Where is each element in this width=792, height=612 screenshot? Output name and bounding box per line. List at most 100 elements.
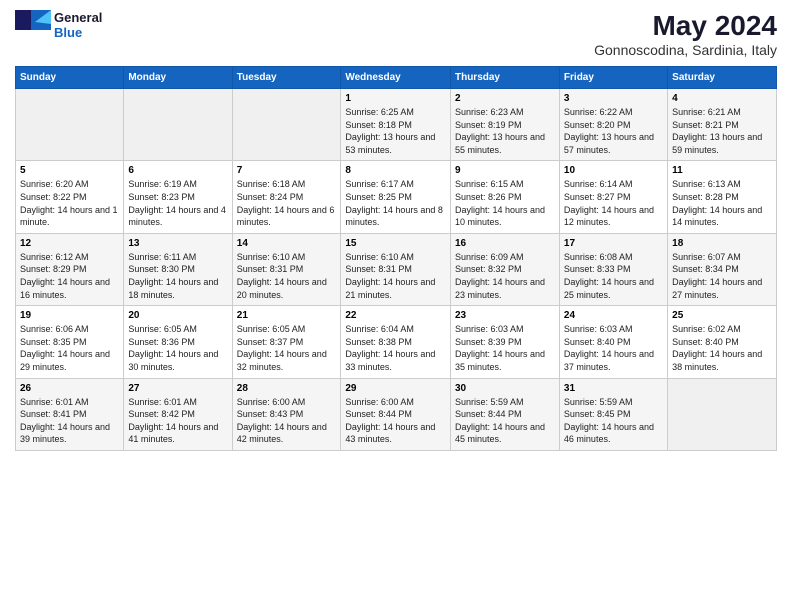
- day-number: 1: [345, 93, 446, 104]
- day-number: 25: [672, 310, 772, 321]
- calendar-cell: 7Sunrise: 6:18 AMSunset: 8:24 PMDaylight…: [232, 161, 341, 233]
- calendar-cell: 11Sunrise: 6:13 AMSunset: 8:28 PMDayligh…: [668, 161, 777, 233]
- day-number: 15: [345, 238, 446, 249]
- calendar-cell: 12 Sunrise: 6:12 AMSunset: 8:29 PMDayligh…: [16, 233, 124, 305]
- day-number: 22: [345, 310, 446, 321]
- cell-content: Sunrise: 6:07 AMSunset: 8:34 PMDaylight:…: [672, 252, 762, 300]
- day-header-tuesday: Tuesday: [232, 67, 341, 89]
- day-number: 26: [20, 383, 119, 394]
- calendar-cell: 23 Sunrise: 6:03 AMSunset: 8:39 PMDayligh…: [450, 306, 559, 378]
- logo-text: General Blue: [54, 10, 102, 40]
- day-number: 28: [237, 383, 337, 394]
- calendar-cell: 19 Sunrise: 6:06 AMSunset: 8:35 PMDayligh…: [16, 306, 124, 378]
- day-header-thursday: Thursday: [450, 67, 559, 89]
- cell-content: Sunrise: 5:59 AMSunset: 8:44 PMDaylight:…: [455, 397, 545, 445]
- cell-content: Sunrise: 6:14 AMSunset: 8:27 PMDaylight:…: [564, 179, 654, 227]
- cell-content: Sunrise: 6:09 AMSunset: 8:32 PMDaylight:…: [455, 252, 545, 300]
- day-header-wednesday: Wednesday: [341, 67, 451, 89]
- logo-general: General: [54, 10, 102, 25]
- header: General Blue May 2024 Gonnoscodina, Sard…: [15, 10, 777, 58]
- day-number: 31: [564, 383, 663, 394]
- day-number: 30: [455, 383, 555, 394]
- calendar-cell: 17 Sunrise: 6:08 AMSunset: 8:33 PMDayligh…: [559, 233, 667, 305]
- day-header-monday: Monday: [124, 67, 232, 89]
- calendar-cell: 21 Sunrise: 6:05 AMSunset: 8:37 PMDayligh…: [232, 306, 341, 378]
- calendar-cell: 4Sunrise: 6:21 AMSunset: 8:21 PMDaylight…: [668, 89, 777, 161]
- calendar-cell: 24Sunrise: 6:03 AMSunset: 8:40 PMDayligh…: [559, 306, 667, 378]
- calendar-cell: 25Sunrise: 6:02 AMSunset: 8:40 PMDayligh…: [668, 306, 777, 378]
- calendar-cell: 22 Sunrise: 6:04 AMSunset: 8:38 PMDayligh…: [341, 306, 451, 378]
- calendar-cell: 26 Sunrise: 6:01 AMSunset: 8:41 PMDayligh…: [16, 378, 124, 450]
- cell-content: Sunrise: 6:03 AMSunset: 8:39 PMDaylight:…: [455, 324, 545, 372]
- cell-content: Sunrise: 6:20 AMSunset: 8:22 PMDaylight:…: [20, 179, 118, 227]
- calendar-table: SundayMondayTuesdayWednesdayThursdayFrid…: [15, 66, 777, 451]
- day-number: 8: [345, 165, 446, 176]
- day-number: 17: [564, 238, 663, 249]
- title-area: May 2024 Gonnoscodina, Sardinia, Italy: [594, 10, 777, 58]
- day-number: 16: [455, 238, 555, 249]
- page: General Blue May 2024 Gonnoscodina, Sard…: [0, 0, 792, 612]
- subtitle: Gonnoscodina, Sardinia, Italy: [594, 42, 777, 58]
- cell-content: Sunrise: 6:08 AMSunset: 8:33 PMDaylight:…: [564, 252, 654, 300]
- cell-content: Sunrise: 6:11 AMSunset: 8:30 PMDaylight:…: [128, 252, 218, 300]
- day-number: 23: [455, 310, 555, 321]
- week-row-1: 1 Sunrise: 6:25 AMSunset: 8:18 PMDaylight…: [16, 89, 777, 161]
- cell-content: Sunrise: 6:13 AMSunset: 8:28 PMDaylight:…: [672, 179, 762, 227]
- cell-content: Sunrise: 6:01 AMSunset: 8:42 PMDaylight:…: [128, 397, 218, 445]
- calendar-cell: [124, 89, 232, 161]
- logo-icon: [15, 10, 51, 40]
- cell-content: Sunrise: 5:59 AMSunset: 8:45 PMDaylight:…: [564, 397, 654, 445]
- calendar-cell: 30 Sunrise: 5:59 AMSunset: 8:44 PMDayligh…: [450, 378, 559, 450]
- cell-content: Sunrise: 6:05 AMSunset: 8:37 PMDaylight:…: [237, 324, 327, 372]
- day-number: 7: [237, 165, 337, 176]
- day-header-sunday: Sunday: [16, 67, 124, 89]
- day-number: 19: [20, 310, 119, 321]
- cell-content: Sunrise: 6:04 AMSunset: 8:38 PMDaylight:…: [345, 324, 435, 372]
- cell-content: Sunrise: 6:10 AMSunset: 8:31 PMDaylight:…: [237, 252, 327, 300]
- day-number: 21: [237, 310, 337, 321]
- calendar-cell: [232, 89, 341, 161]
- cell-content: Sunrise: 6:19 AMSunset: 8:23 PMDaylight:…: [128, 179, 226, 227]
- cell-content: Sunrise: 6:12 AMSunset: 8:29 PMDaylight:…: [20, 252, 110, 300]
- day-number: 20: [128, 310, 227, 321]
- calendar-cell: [16, 89, 124, 161]
- calendar-cell: 20 Sunrise: 6:05 AMSunset: 8:36 PMDayligh…: [124, 306, 232, 378]
- calendar-cell: 1 Sunrise: 6:25 AMSunset: 8:18 PMDaylight…: [341, 89, 451, 161]
- day-header-saturday: Saturday: [668, 67, 777, 89]
- calendar-cell: 31 Sunrise: 5:59 AMSunset: 8:45 PMDayligh…: [559, 378, 667, 450]
- calendar-cell: 27 Sunrise: 6:01 AMSunset: 8:42 PMDayligh…: [124, 378, 232, 450]
- cell-content: Sunrise: 6:22 AMSunset: 8:20 PMDaylight:…: [564, 107, 654, 155]
- cell-content: Sunrise: 6:01 AMSunset: 8:41 PMDaylight:…: [20, 397, 110, 445]
- day-number: 6: [128, 165, 227, 176]
- calendar-cell: 3 Sunrise: 6:22 AMSunset: 8:20 PMDaylight…: [559, 89, 667, 161]
- day-number: 18: [672, 238, 772, 249]
- cell-content: Sunrise: 6:23 AMSunset: 8:19 PMDaylight:…: [455, 107, 545, 155]
- calendar-cell: 14Sunrise: 6:10 AMSunset: 8:31 PMDayligh…: [232, 233, 341, 305]
- header-row: SundayMondayTuesdayWednesdayThursdayFrid…: [16, 67, 777, 89]
- day-number: 12: [20, 238, 119, 249]
- calendar-cell: 5 Sunrise: 6:20 AMSunset: 8:22 PMDaylight…: [16, 161, 124, 233]
- logo: General Blue: [15, 10, 102, 40]
- day-number: 27: [128, 383, 227, 394]
- day-number: 24: [564, 310, 663, 321]
- calendar-cell: 18 Sunrise: 6:07 AMSunset: 8:34 PMDayligh…: [668, 233, 777, 305]
- day-number: 29: [345, 383, 446, 394]
- cell-content: Sunrise: 6:21 AMSunset: 8:21 PMDaylight:…: [672, 107, 762, 155]
- cell-content: Sunrise: 6:06 AMSunset: 8:35 PMDaylight:…: [20, 324, 110, 372]
- calendar-cell: [668, 378, 777, 450]
- day-header-friday: Friday: [559, 67, 667, 89]
- calendar-cell: 2Sunrise: 6:23 AMSunset: 8:19 PMDaylight…: [450, 89, 559, 161]
- calendar-cell: 16 Sunrise: 6:09 AMSunset: 8:32 PMDayligh…: [450, 233, 559, 305]
- cell-content: Sunrise: 6:15 AMSunset: 8:26 PMDaylight:…: [455, 179, 545, 227]
- cell-content: Sunrise: 6:05 AMSunset: 8:36 PMDaylight:…: [128, 324, 218, 372]
- calendar-cell: 10Sunrise: 6:14 AMSunset: 8:27 PMDayligh…: [559, 161, 667, 233]
- calendar-cell: 8 Sunrise: 6:17 AMSunset: 8:25 PMDaylight…: [341, 161, 451, 233]
- day-number: 3: [564, 93, 663, 104]
- week-row-3: 12 Sunrise: 6:12 AMSunset: 8:29 PMDayligh…: [16, 233, 777, 305]
- cell-content: Sunrise: 6:17 AMSunset: 8:25 PMDaylight:…: [345, 179, 443, 227]
- day-number: 5: [20, 165, 119, 176]
- main-title: May 2024: [594, 10, 777, 42]
- day-number: 9: [455, 165, 555, 176]
- calendar-cell: 13Sunrise: 6:11 AMSunset: 8:30 PMDayligh…: [124, 233, 232, 305]
- cell-content: Sunrise: 6:25 AMSunset: 8:18 PMDaylight:…: [345, 107, 435, 155]
